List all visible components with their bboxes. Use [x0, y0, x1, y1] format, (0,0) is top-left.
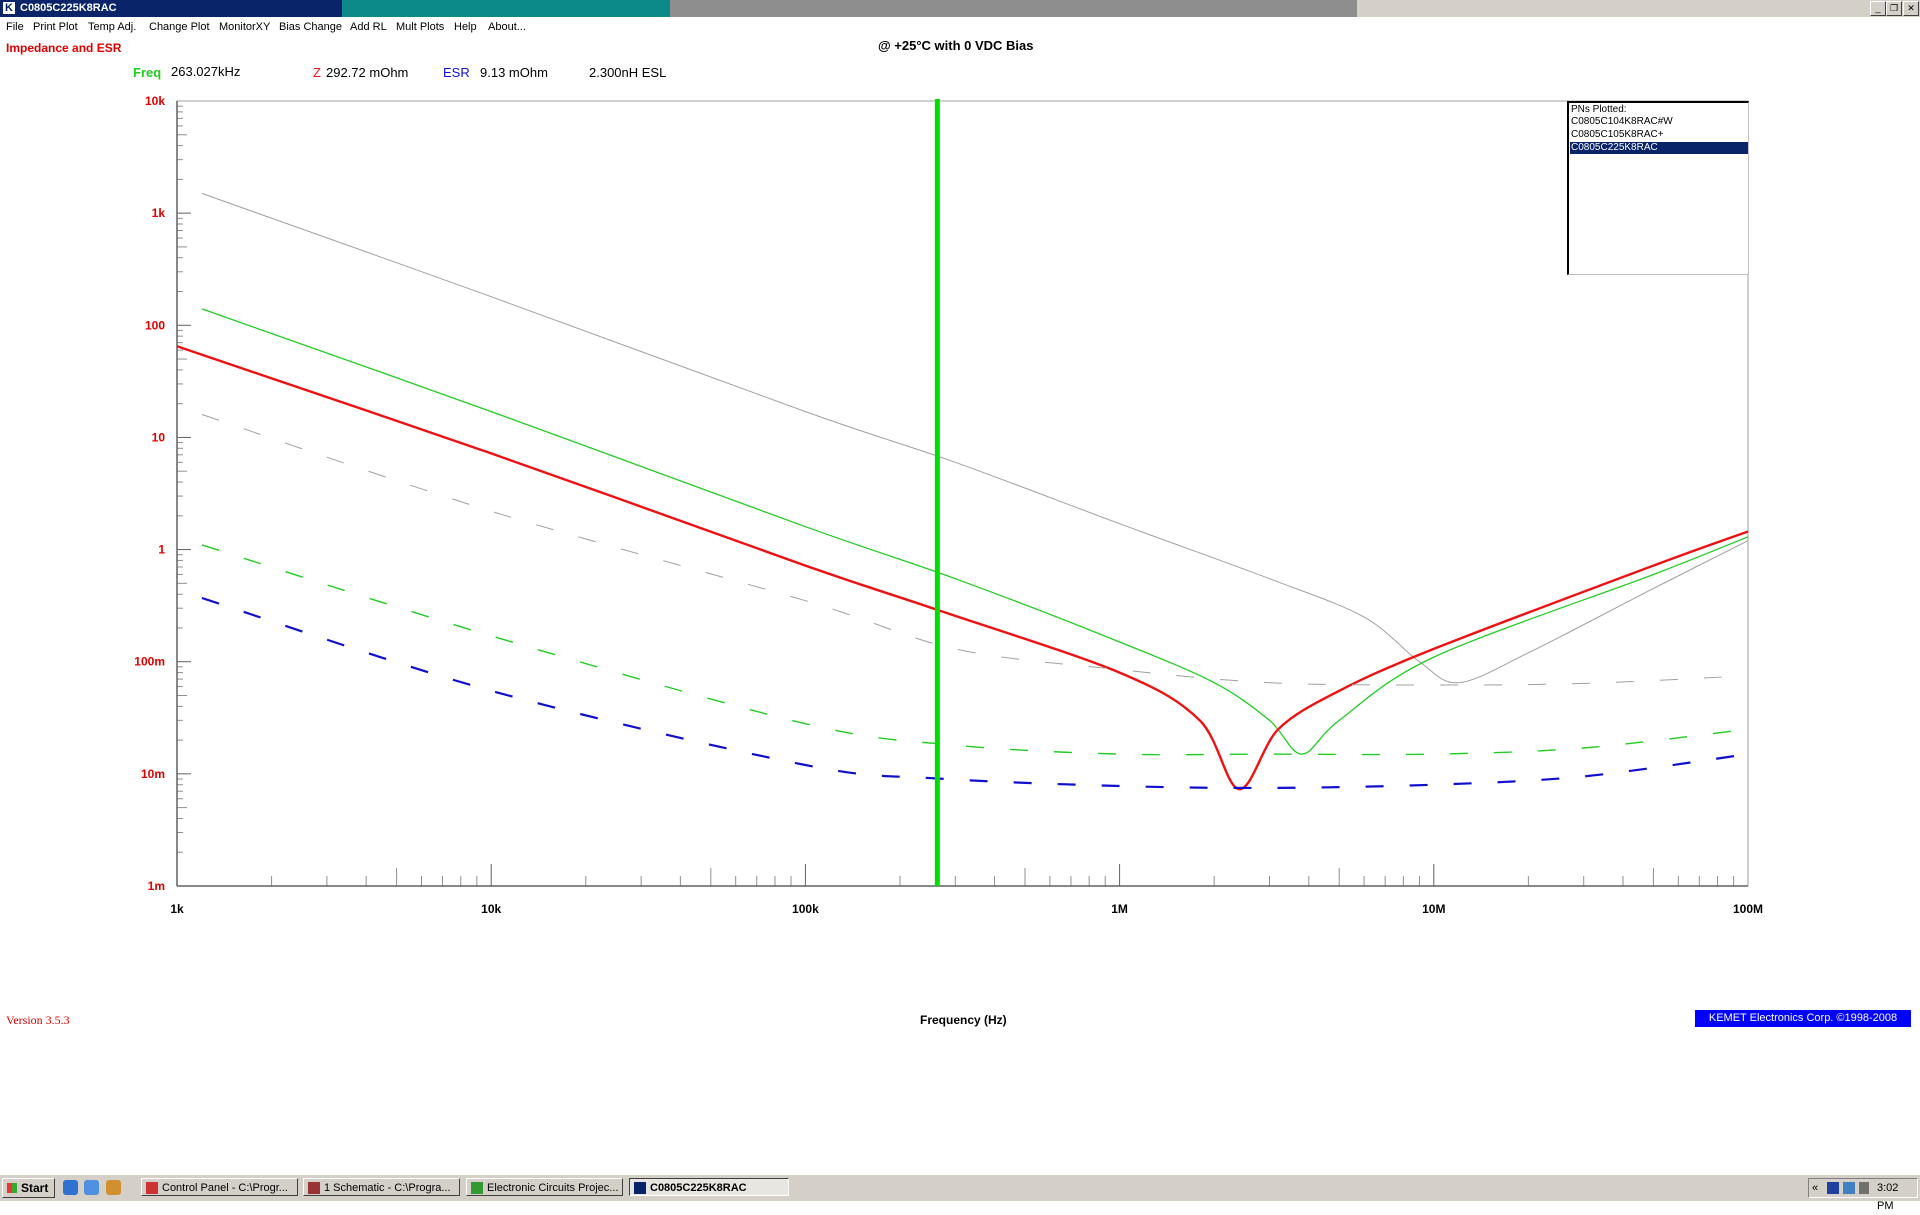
y-tick-label: 10 [152, 430, 166, 444]
esr-series-line [201, 544, 1749, 756]
x-tick-label: 100k [792, 902, 819, 916]
clock[interactable]: 3:02 PM [1877, 1179, 1917, 1215]
impedance-series-line [176, 345, 1749, 791]
task-label: C0805C225K8RAC [650, 1182, 747, 1194]
x-axis-label: Frequency (Hz) [920, 1013, 1007, 1027]
start-button[interactable]: Start [2, 1178, 55, 1198]
y-tick-label: 100 [145, 318, 165, 332]
task-kemet-active[interactable]: C0805C225K8RAC [629, 1178, 789, 1196]
esr-series-line [201, 414, 1749, 686]
kemet-icon [634, 1182, 646, 1194]
plot-frame [176, 100, 1749, 887]
plot-border [176, 100, 1749, 887]
tray-app-icon[interactable] [1827, 1182, 1839, 1194]
y-tick-label: 1k [152, 206, 166, 220]
tray-app-icon[interactable] [1843, 1182, 1855, 1194]
legend-item[interactable]: C0805C105K8RAC+ [1571, 129, 1747, 141]
task-control-panel[interactable]: Control Panel - C:\Progr... [141, 1178, 298, 1196]
y-tick-label: 100m [134, 655, 165, 669]
x-tick-label: 1k [170, 902, 184, 916]
windows-logo-icon [7, 1183, 17, 1193]
esr-series-line [201, 596, 1749, 790]
desktop-icon[interactable] [84, 1180, 99, 1195]
y-tick-label: 1m [148, 879, 165, 893]
task-label: Control Panel - C:\Progr... [162, 1182, 288, 1194]
media-icon[interactable] [106, 1180, 121, 1195]
task-electronic-circuits[interactable]: Electronic Circuits Projec... [466, 1178, 623, 1196]
y-tick-label: 10k [145, 94, 165, 108]
pn-legend: PNs Plotted: C0805C104K8RAC#W C0805C105K… [1567, 101, 1749, 275]
impedance-series-line [201, 192, 1749, 684]
volume-icon[interactable] [1859, 1182, 1869, 1194]
axis-ticks [176, 100, 1749, 887]
circuits-icon [471, 1182, 483, 1194]
version-label: Version 3.5.3 [6, 1013, 70, 1027]
schematic-icon [308, 1182, 320, 1194]
x-tick-label: 10M [1422, 902, 1445, 916]
axis-labels: 1k 10k 100k 1M 10M 100M 10k 1k 100 10 1 100m 10m 1m [134, 94, 1763, 916]
series-layer [176, 192, 1749, 791]
legend-title: PNs Plotted: [1571, 104, 1627, 115]
legend-item[interactable]: C0805C104K8RAC#W [1571, 116, 1747, 128]
system-tray: « 3:02 PM [1808, 1178, 1918, 1212]
y-tick-label: 10m [141, 767, 165, 781]
x-tick-label: 10k [481, 902, 501, 916]
taskbar: Start Control Panel - C:\Progr... 1 Sche… [0, 1174, 1920, 1212]
control-panel-icon [146, 1182, 158, 1194]
legend-item-selected[interactable]: C0805C225K8RAC [1570, 142, 1748, 154]
ie-icon[interactable] [63, 1180, 78, 1195]
y-tick-label: 1 [158, 543, 165, 557]
task-label: 1 Schematic - C:\Progra... [324, 1182, 451, 1194]
x-tick-label: 100M [1733, 902, 1763, 916]
task-label: Electronic Circuits Projec... [487, 1182, 619, 1194]
copyright-badge: KEMET Electronics Corp. ©1998-2008 [1695, 1010, 1911, 1027]
tray-expand-icon[interactable]: « [1812, 1179, 1818, 1197]
task-schematic[interactable]: 1 Schematic - C:\Progra... [303, 1178, 460, 1196]
start-label: Start [21, 1181, 49, 1195]
impedance-series-line [201, 308, 1749, 755]
x-tick-label: 1M [1111, 902, 1128, 916]
